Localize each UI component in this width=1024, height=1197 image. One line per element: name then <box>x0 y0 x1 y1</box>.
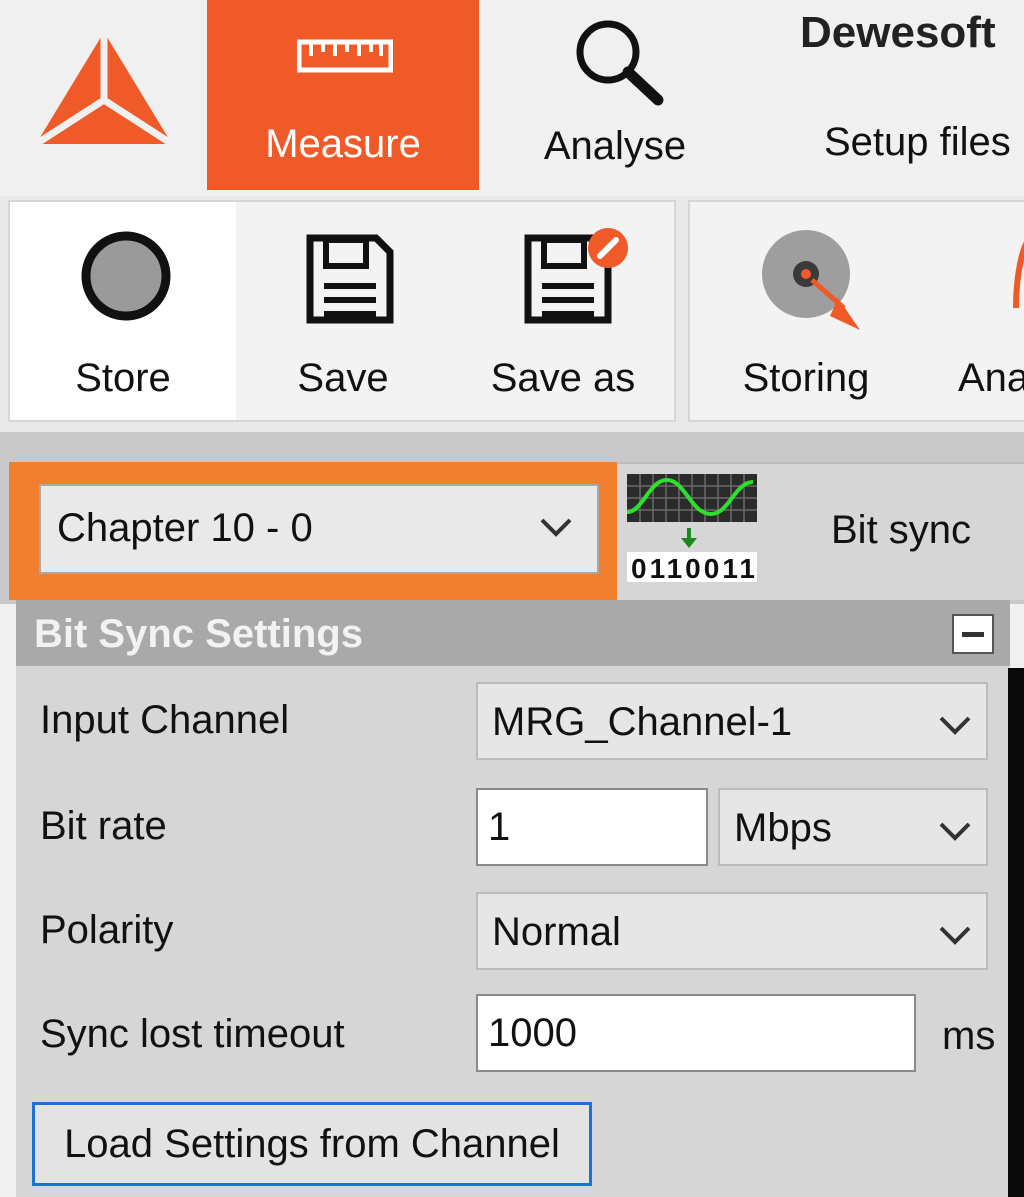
analysis-label: Ana <box>958 356 1024 400</box>
bit-rate-label: Bit rate <box>40 804 167 848</box>
chapter-highlight-frame: Chapter 10 - 0 <box>9 462 617 600</box>
chapter-row: Chapter 10 - 0 01100111 <box>0 432 1024 604</box>
dewesoft-logo-icon <box>34 32 174 147</box>
store-label: Store <box>75 356 171 400</box>
input-channel-select[interactable]: MRG_Channel-1 <box>476 682 988 760</box>
collapse-button[interactable] <box>952 614 994 654</box>
panel-edge <box>1008 668 1024 1197</box>
input-channel-label: Input Channel <box>40 698 290 742</box>
input-channel-value: MRG_Channel-1 <box>492 700 793 744</box>
bit-rate-unit-select[interactable]: Mbps <box>718 788 988 866</box>
bit-pattern-text: 01100111 <box>631 553 757 582</box>
chevron-down-icon <box>939 926 971 945</box>
record-icon <box>81 231 171 321</box>
settings-header: Bit Sync Settings <box>16 600 1010 666</box>
storage-disk-icon <box>762 230 860 330</box>
floppy-disk-edit-icon <box>524 228 628 324</box>
bit-rate-input[interactable] <box>476 788 708 866</box>
save-button[interactable]: Save <box>236 202 450 420</box>
nav-setup-files-label: Setup files <box>824 120 1011 164</box>
ruler-icon <box>297 39 393 73</box>
toolbar: Store Save Save as Storing Ana <box>0 196 1024 432</box>
chevron-down-icon <box>939 716 971 735</box>
bit-sync-tab[interactable]: 01100111 Bit sync <box>617 462 1024 600</box>
settings-title: Bit Sync Settings <box>34 612 363 656</box>
sync-lost-timeout-label: Sync lost timeout <box>40 1012 345 1056</box>
save-as-button[interactable]: Save as <box>450 202 676 420</box>
save-as-label: Save as <box>490 356 636 400</box>
chapter-select[interactable]: Chapter 10 - 0 <box>39 484 599 574</box>
nav-measure[interactable]: Measure <box>207 0 479 190</box>
magnifier-icon <box>576 20 664 106</box>
waveform-icon <box>1013 241 1024 309</box>
analysis-button[interactable]: Ana <box>922 202 1024 420</box>
save-label: Save <box>297 356 389 400</box>
load-settings-from-channel-button[interactable]: Load Settings from Channel <box>32 1102 592 1186</box>
chapter-select-value: Chapter 10 - 0 <box>57 506 313 550</box>
bit-sync-settings-panel: Bit Sync Settings Input Channel MRG_Chan… <box>16 600 1010 1197</box>
nav-measure-label: Measure <box>265 122 421 166</box>
toolbar-file-group: Store Save Save as <box>8 200 676 422</box>
floppy-disk-icon <box>306 234 394 324</box>
storing-label: Storing <box>742 356 870 400</box>
nav-setup-files[interactable]: Setup files <box>800 0 1024 190</box>
toolbar-view-group: Storing Ana <box>688 200 1024 422</box>
bit-sync-tab-label: Bit sync <box>831 508 972 552</box>
sync-lost-timeout-input[interactable] <box>476 994 916 1072</box>
polarity-label: Polarity <box>40 908 174 952</box>
top-navigation: Measure Analyse Dewesoft Setup files <box>0 0 1024 192</box>
polarity-value: Normal <box>492 910 621 954</box>
nav-analyse[interactable]: Analyse <box>520 0 710 190</box>
bit-rate-unit-value: Mbps <box>734 806 832 850</box>
storing-button[interactable]: Storing <box>690 202 922 420</box>
chevron-down-icon <box>939 822 971 841</box>
nav-analyse-label: Analyse <box>543 124 687 168</box>
chevron-down-icon <box>540 518 572 537</box>
bit-sync-icon: 01100111 <box>627 474 757 582</box>
store-button[interactable]: Store <box>10 202 236 420</box>
dewesoft-window: Measure Analyse Dewesoft Setup files Sto… <box>0 0 1024 1197</box>
sync-lost-timeout-unit: ms <box>942 1014 996 1058</box>
polarity-select[interactable]: Normal <box>476 892 988 970</box>
